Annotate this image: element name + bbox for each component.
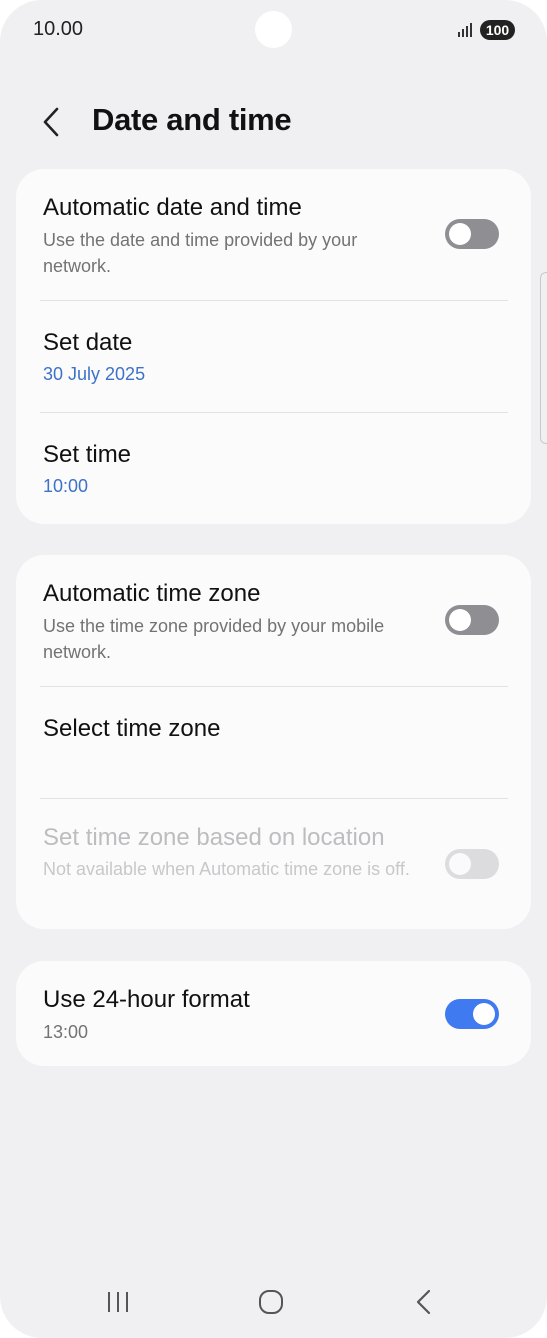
select-time-zone-row[interactable]: Select time zone xyxy=(16,687,531,798)
use-24-hour-row[interactable]: Use 24-hour format 13:00 xyxy=(16,961,531,1066)
set-time-row[interactable]: Set time 10:00 xyxy=(16,413,531,524)
automatic-date-time-row[interactable]: Automatic date and time Use the date and… xyxy=(16,169,531,300)
time-zone-location-row: Set time zone based on location Not avai… xyxy=(16,799,531,929)
battery-indicator: 100 xyxy=(480,20,515,40)
automatic-time-zone-toggle[interactable] xyxy=(445,605,499,635)
time-zone-card: Automatic time zone Use the time zone pr… xyxy=(16,555,531,929)
page-title: Date and time xyxy=(92,102,292,137)
camera-cutout xyxy=(255,11,292,48)
battery-level: 100 xyxy=(485,22,510,38)
automatic-time-zone-row[interactable]: Automatic time zone Use the time zone pr… xyxy=(16,555,531,686)
use-24-hour-toggle[interactable] xyxy=(445,999,499,1029)
date-time-card: Automatic date and time Use the date and… xyxy=(16,169,531,524)
row-value: 10:00 xyxy=(43,476,89,496)
time-zone-location-toggle xyxy=(445,849,499,879)
row-title: Automatic time zone xyxy=(43,580,261,607)
row-value: 30 July 2025 xyxy=(43,364,146,384)
row-subtitle: Use the time zone provided by your mobil… xyxy=(43,616,385,662)
recents-icon xyxy=(108,1292,128,1312)
chevron-left-icon xyxy=(43,107,59,137)
status-time: 10.00 xyxy=(33,18,84,40)
scroll-handle[interactable] xyxy=(540,272,547,444)
format-card: Use 24-hour format 13:00 xyxy=(16,961,531,1066)
row-subtitle: Use the date and time provided by your n… xyxy=(43,230,358,276)
set-date-row[interactable]: Set date 30 July 2025 xyxy=(16,301,531,412)
row-title: Set date xyxy=(43,329,133,356)
navigation-bar xyxy=(0,1270,547,1338)
nav-back-button[interactable] xyxy=(399,1284,449,1320)
row-title: Automatic date and time xyxy=(43,194,302,221)
automatic-date-time-toggle[interactable] xyxy=(445,219,499,249)
back-button[interactable] xyxy=(32,102,72,142)
row-title: Set time xyxy=(43,441,132,468)
home-button[interactable] xyxy=(246,1284,296,1320)
back-icon xyxy=(416,1289,431,1315)
row-subtitle: Not available when Automatic time zone i… xyxy=(43,859,410,879)
signal-icon xyxy=(458,21,472,37)
row-value: 13:00 xyxy=(43,1022,89,1042)
home-icon xyxy=(259,1290,283,1314)
header: Date and time xyxy=(0,90,547,150)
row-title: Use 24-hour format xyxy=(43,986,250,1013)
status-bar: 10.00 100 xyxy=(0,0,547,60)
recents-button[interactable] xyxy=(93,1284,143,1320)
row-title: Set time zone based on location xyxy=(43,824,385,851)
row-title: Select time zone xyxy=(43,715,221,742)
phone-screen: 10.00 100 Date and time Automatic date a… xyxy=(0,0,547,1338)
